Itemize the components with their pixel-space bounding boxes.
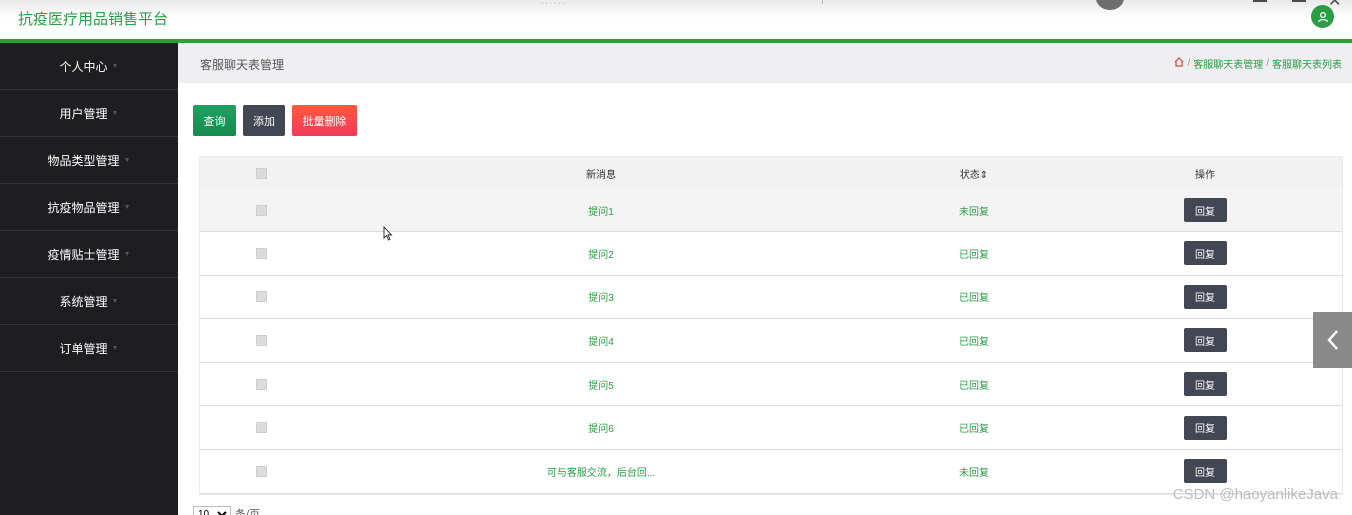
row-checkbox[interactable] [255,334,267,346]
page-title: 客服聊天表管理 [200,58,285,72]
chat-table: 新消息 状态⇕ 操作 提问1 未回复 回复 提问2 已回复 回复 提问3 已回复… [199,156,1343,495]
row-checkbox[interactable] [255,247,267,259]
sidebar: 个人中心 ▼ 用户管理 ▼ 物品类型管理 ▼ 抗疫物品管理 ▼ 疫情贴士管理 ▼ 系统管理… [0,43,178,515]
breadcrumb-link[interactable]: 客服聊天表管理 [1193,56,1263,71]
column-header-action: 操作 [1195,169,1215,181]
table-row[interactable]: 提问1 未回复 回复 [200,189,1342,232]
sidebar-item-system-management[interactable]: 系统管理 ▼ [0,278,178,325]
reply-button[interactable]: 回复 [1183,284,1227,309]
sidebar-item-label: 用户管理 [59,106,108,121]
chevron-down-icon: ▼ [123,250,131,258]
column-header-message: 新消息 [586,169,616,181]
chevron-down-icon: ▼ [123,156,131,164]
row-checkbox[interactable] [255,291,267,303]
column-header-status[interactable]: 状态⇕ [880,166,1068,181]
reply-button[interactable]: 回复 [1183,198,1227,222]
chevron-down-icon: ▼ [123,203,131,211]
reply-button[interactable]: 回复 [1183,459,1227,484]
sidebar-item-order-management[interactable]: 订单管理 ▼ [0,325,178,372]
text-caret [822,0,823,4]
status-cell: 未回复 [959,206,989,218]
sidebar-item-epidemic-tips-management[interactable]: 疫情贴士管理 ▼ [0,231,178,278]
side-panel-toggle[interactable] [1313,312,1352,368]
add-button[interactable]: 添加 [243,105,285,136]
status-cell: 已回复 [959,293,989,305]
sidebar-item-label: 个人中心 [59,59,108,74]
row-checkbox[interactable] [255,378,267,390]
row-checkbox[interactable] [255,204,267,216]
breadcrumb-current: 客服聊天表列表 [1272,60,1342,71]
table-row[interactable]: 提问3 已回复 回复 [200,275,1342,320]
sort-icon[interactable]: ⇕ [980,170,988,181]
chevron-down-icon: ▼ [111,109,119,117]
table-row[interactable]: 提问5 已回复 回复 [200,362,1342,407]
table-row[interactable]: 提问2 已回复 回复 [200,232,1342,276]
message-cell: 提问4 [588,336,614,348]
message-cell: 提问3 [588,293,614,305]
search-button[interactable]: 查询 [193,105,236,136]
batch-delete-button[interactable]: 批量删除 [292,105,357,136]
sidebar-item-label: 系统管理 [59,294,108,309]
chevron-down-icon: ▼ [111,344,119,352]
sidebar-item-label: 抗疫物品管理 [47,200,120,215]
reply-button[interactable]: 回复 [1183,415,1227,440]
watermark-text: CSDN @haoyanlikeJava [1172,486,1338,503]
sidebar-item-label: 订单管理 [59,341,108,356]
pagination: 10 条/页 [193,506,260,515]
row-checkbox[interactable] [255,422,267,434]
sidebar-item-personal-center[interactable]: 个人中心 ▼ [0,43,178,90]
table-row[interactable]: 可与客服交流，后台回... 未回复 回复 [200,449,1342,494]
sidebar-item-label: 疫情贴士管理 [47,247,120,262]
page-size-select[interactable]: 10 [193,506,231,515]
status-cell: 已回复 [959,336,989,348]
row-checkbox[interactable] [255,465,267,477]
select-all-checkbox[interactable] [255,167,267,179]
mouse-pointer-icon [383,225,393,246]
breadcrumb: / 客服聊天表管理 / 客服聊天表列表 [1174,56,1342,71]
status-cell: 已回复 [959,249,989,261]
reply-button[interactable]: 回复 [1183,241,1227,266]
table-header: 新消息 状态⇕ 操作 [200,157,1342,189]
faded-window-title: …… [540,0,566,7]
breadcrumb-separator: / [1266,58,1269,69]
status-cell: 未回复 [959,467,989,479]
message-cell: 提问1 [588,206,614,218]
user-avatar-icon[interactable] [1311,5,1334,28]
message-cell: 提问6 [588,424,614,436]
chevron-left-icon [1326,330,1338,350]
column-header-status-label: 状态 [959,169,980,181]
status-cell: 已回复 [959,424,989,436]
chevron-down-icon: ▼ [111,297,119,305]
message-cell: 提问2 [588,249,614,261]
message-cell: 可与客服交流，后台回... [546,467,656,479]
minimize-icon[interactable] [1253,0,1267,2]
app-title: 抗疫医疗用品销售平台 [18,11,169,28]
message-cell: 提问5 [588,380,614,392]
breadcrumb-separator: / [1187,58,1191,69]
reply-button[interactable]: 回复 [1183,372,1227,397]
maximize-icon[interactable] [1292,0,1306,2]
record-icon[interactable] [1096,0,1124,10]
sidebar-item-item-type-management[interactable]: 物品类型管理 ▼ [0,137,178,184]
sidebar-item-user-management[interactable]: 用户管理 ▼ [0,90,178,137]
sidebar-item-epidemic-goods-management[interactable]: 抗疫物品管理 ▼ [0,184,178,231]
chevron-down-icon: ▼ [111,62,119,70]
reply-button[interactable]: 回复 [1183,328,1227,353]
top-header: 抗疫医疗用品销售平台 …… ✕ [0,0,1352,40]
sidebar-item-label: 物品类型管理 [47,153,120,168]
page-size-suffix: 条/页 [235,509,261,515]
table-row[interactable]: 提问6 已回复 回复 [200,406,1342,450]
breadcrumb-bar: 客服聊天表管理 / 客服聊天表管理 / 客服聊天表列表 [178,43,1352,83]
table-row[interactable]: 提问4 已回复 回复 [200,319,1342,363]
status-cell: 已回复 [959,380,989,392]
home-icon[interactable] [1174,57,1184,70]
